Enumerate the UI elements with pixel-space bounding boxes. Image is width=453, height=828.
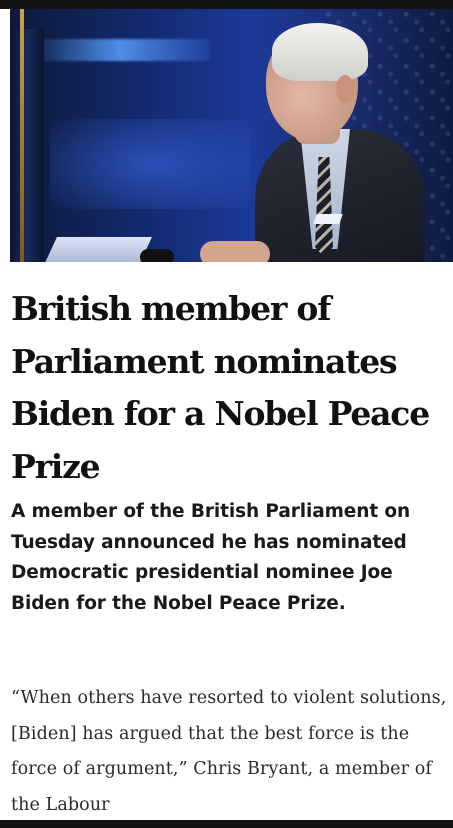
article-headline: British member of Parliament nominates B… — [11, 289, 430, 486]
article-photo — [10, 9, 453, 262]
podium — [43, 237, 152, 262]
speaker-hair — [272, 23, 368, 81]
pocket-square — [313, 214, 343, 224]
top-bar — [0, 0, 453, 9]
article-summary: A member of the British Parliament on Tu… — [11, 501, 411, 614]
stage-glow — [50, 119, 250, 209]
flag-pole — [20, 9, 24, 262]
stage-light — [30, 39, 210, 61]
speaker-hands — [200, 241, 270, 262]
flag — [10, 29, 44, 262]
article-body: “When others have resorted to violent so… — [11, 688, 447, 815]
microphone — [140, 249, 174, 262]
bottom-bar — [0, 820, 453, 828]
speaker-ear — [336, 75, 354, 103]
